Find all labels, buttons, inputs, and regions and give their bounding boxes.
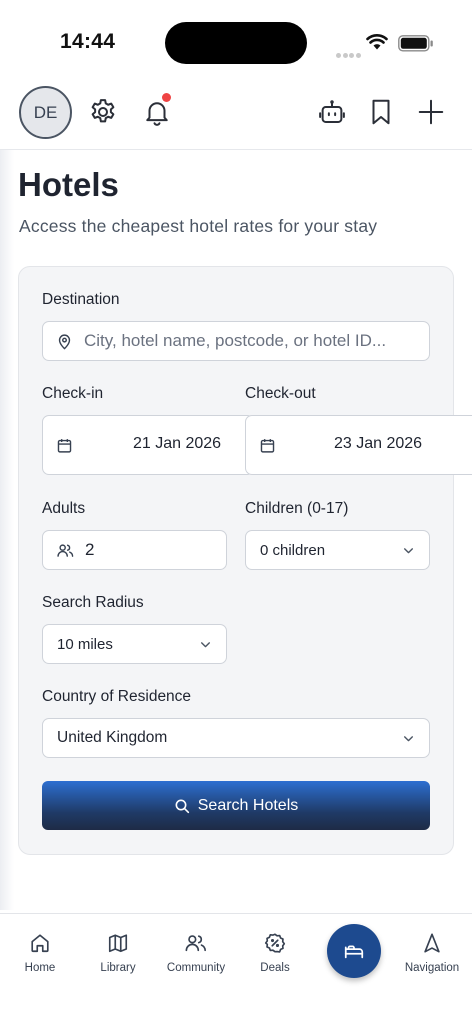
- nav-label-community: Community: [166, 962, 226, 974]
- nav-item-library[interactable]: Library: [78, 930, 158, 974]
- check-out-field[interactable]: 23 Jan 2026: [245, 415, 472, 475]
- adults-value: 2: [85, 540, 95, 559]
- notification-dot: [162, 93, 171, 102]
- calendar-icon: [56, 437, 73, 459]
- nav-label-navigation: Navigation: [404, 962, 460, 974]
- nav-item-community[interactable]: Community: [156, 930, 236, 974]
- chevron-down-icon: [199, 638, 212, 656]
- chevron-down-icon: [402, 732, 415, 750]
- bed-icon: [342, 940, 366, 962]
- children-value: 0 children: [260, 541, 326, 559]
- app-header: DE: [0, 80, 472, 150]
- check-in-label: Check-in: [42, 385, 104, 402]
- status-time: 14:44: [60, 30, 116, 53]
- robot-icon[interactable]: [317, 97, 347, 127]
- nav-item-deals[interactable]: Deals: [235, 930, 315, 974]
- percent-badge-icon: [235, 930, 315, 956]
- search-hotels-button[interactable]: Search Hotels: [42, 781, 430, 830]
- side-shade: [0, 150, 14, 910]
- search-radius-select[interactable]: 10 miles: [42, 624, 227, 664]
- nav-label-library: Library: [100, 962, 136, 974]
- nav-item-home[interactable]: Home: [0, 930, 80, 974]
- page-subtitle: Access the cheapest hotel rates for your…: [19, 216, 378, 236]
- page-title: Hotels: [18, 166, 119, 203]
- check-out-value: 23 Jan 2026: [334, 435, 423, 452]
- gear-icon[interactable]: [88, 97, 118, 127]
- dynamic-island: [165, 22, 307, 64]
- search-hotels-label: Search Hotels: [197, 796, 299, 814]
- country-label: Country of Residence: [42, 688, 192, 705]
- plus-icon[interactable]: [416, 97, 446, 127]
- destination-label: Destination: [42, 291, 120, 308]
- users-icon: [156, 930, 236, 956]
- adults-label: Adults: [42, 500, 86, 517]
- chevron-down-icon: [402, 544, 415, 562]
- search-radius-value: 10 miles: [57, 635, 113, 653]
- nav-item-navigation[interactable]: Navigation: [392, 930, 472, 974]
- bookmark-icon[interactable]: [366, 97, 396, 127]
- home-icon: [0, 930, 80, 956]
- calendar-icon: [259, 437, 276, 459]
- destination-field[interactable]: City, hotel name, postcode, or hotel ID.…: [42, 321, 430, 361]
- status-bar: 14:44: [0, 0, 472, 80]
- battery-icon: [398, 35, 434, 57]
- children-label: Children (0-17): [245, 500, 349, 517]
- destination-placeholder: City, hotel name, postcode, or hotel ID.…: [84, 331, 387, 350]
- check-in-value: 21 Jan 2026: [133, 435, 222, 452]
- avatar[interactable]: DE: [19, 86, 72, 139]
- search-radius-label: Search Radius: [42, 594, 144, 611]
- location-pin-icon: [56, 333, 73, 350]
- country-value: United Kingdom: [57, 729, 168, 746]
- check-in-field[interactable]: 21 Jan 2026: [42, 415, 254, 475]
- children-select[interactable]: 0 children: [245, 530, 430, 570]
- navigation-arrow-icon: [392, 930, 472, 956]
- wifi-icon: [366, 33, 388, 55]
- bottom-nav: Home Library Community Deals Navigation: [0, 913, 472, 1024]
- adults-field[interactable]: 2: [42, 530, 227, 570]
- signal-icon: [336, 45, 362, 63]
- nav-label-home: Home: [24, 962, 56, 974]
- bell-icon[interactable]: [142, 93, 172, 127]
- nav-item-hotels[interactable]: [327, 924, 381, 978]
- map-icon: [78, 930, 158, 956]
- nav-label-deals: Deals: [260, 962, 290, 974]
- search-icon: [175, 799, 189, 813]
- country-select[interactable]: United Kingdom: [42, 718, 430, 758]
- check-out-label: Check-out: [245, 385, 316, 402]
- users-icon: [56, 542, 75, 559]
